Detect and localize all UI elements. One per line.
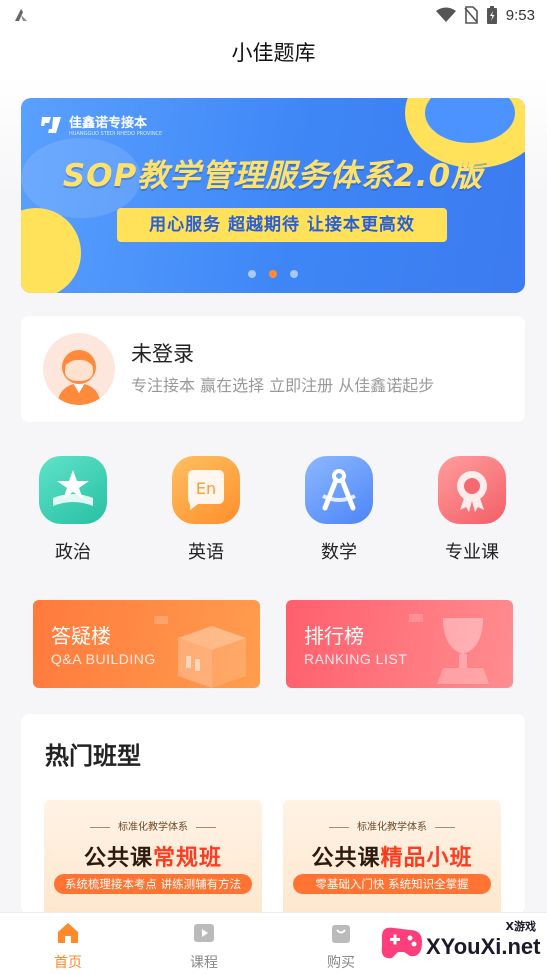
ranking-list-card[interactable]: 排行榜 RANKING LIST (286, 600, 513, 688)
subject-politics[interactable]: 政治 (18, 456, 128, 564)
home-icon (58, 923, 78, 943)
class-name-prefix: 公共课 (311, 846, 381, 871)
avatar[interactable] (43, 333, 115, 405)
star-icon (39, 456, 107, 524)
banner-brand-sub: HUANGGUO STEDI RHEDO PROVINCE (69, 131, 163, 137)
banner-brand-logo: 佳鑫诺专接本 HUANGGUO STEDI RHEDO PROVINCE (39, 112, 162, 137)
class-card-premium[interactable]: 标准化教学体系 公共课精品小班 零基础入门快 系统知识全掌握 (283, 800, 501, 914)
class-tag: 标准化教学体系 (283, 818, 501, 833)
banner-pagination[interactable] (21, 270, 525, 278)
banner-dot-3[interactable] (290, 270, 298, 278)
subject-politics-label: 政治 (55, 542, 91, 563)
qa-building-title: 答疑楼 (51, 624, 111, 648)
watermark-text: XYouXi.net (426, 934, 541, 959)
compass-icon (305, 456, 373, 524)
status-icons: 9:53 (435, 5, 535, 25)
no-sim-icon (464, 6, 478, 24)
status-time: 9:53 (505, 6, 535, 24)
banner-dot-2[interactable] (269, 270, 277, 278)
class-tag: 标准化教学体系 (44, 818, 262, 833)
ranking-list-subtitle: RANKING LIST (304, 651, 408, 667)
nav-home[interactable]: 首页 (28, 921, 108, 972)
subject-english[interactable]: En 英语 (151, 456, 261, 564)
hot-classes-section: 热门班型 标准化教学体系 公共课常规班 系统梳理接本考点 讲练测辅有方法 标准化… (21, 714, 525, 914)
default-avatar-icon (57, 350, 101, 405)
subject-grid: 政治 En 英语 数学 专业课 (0, 456, 547, 566)
app-notification-icon (15, 9, 27, 21)
hot-classes-title: 热门班型 (45, 742, 141, 770)
nav-buy[interactable]: 购买 (301, 921, 381, 972)
class-name-highlight: 常规班 (153, 846, 223, 871)
class-name: 公共课精品小班 (283, 840, 501, 872)
page-title: 小佳题库 (231, 41, 316, 65)
class-name-highlight: 精品小班 (380, 846, 473, 871)
medal-icon (438, 456, 506, 524)
class-card-regular[interactable]: 标准化教学体系 公共课常规班 系统梳理接本考点 讲练测辅有方法 (44, 800, 262, 914)
login-status-title: 未登录 (131, 342, 194, 366)
nav-courses[interactable]: 课程 (164, 921, 244, 972)
en-bubble-icon: En (172, 456, 240, 524)
subject-major-label: 专业课 (445, 542, 499, 563)
class-slogan: 零基础入门快 系统知识全掌握 (293, 874, 491, 894)
subject-major[interactable]: 专业课 (417, 456, 527, 564)
watermark-small-text: X游戏 (505, 920, 536, 933)
login-subtitle: 专注接本 赢在选择 立即注册 从佳鑫诺起步 (131, 376, 435, 395)
nav-home-label: 首页 (54, 955, 82, 971)
banner-brand-name: 佳鑫诺专接本 (69, 116, 148, 131)
qa-building-subtitle: Q&A BUILDING (51, 651, 156, 667)
banner-dot-1[interactable] (248, 270, 256, 278)
class-slogan: 系统梳理接本考点 讲练测辅有方法 (54, 874, 252, 894)
nav-buy-label: 购买 (327, 955, 355, 971)
subject-math-label: 数学 (321, 542, 357, 563)
title-bar: 小佳题库 (0, 30, 547, 76)
qa-building-card[interactable]: 答疑楼 Q&A BUILDING (33, 600, 260, 688)
subject-english-label: 英语 (188, 542, 224, 563)
banner-slogan: 用心服务 超越期待 让接本更高效 (117, 208, 447, 242)
building-icon (154, 616, 246, 688)
gamepad-logo-icon (381, 927, 422, 959)
nav-courses-label: 课程 (190, 955, 218, 971)
class-name: 公共课常规班 (44, 840, 262, 872)
brand-logo-icon (41, 116, 61, 133)
class-name-prefix: 公共课 (83, 846, 153, 871)
status-bar: 9:53 (0, 0, 547, 30)
play-icon (194, 924, 214, 942)
svg-text:En: En (196, 479, 216, 498)
ranking-list-title: 排行榜 (304, 624, 364, 648)
login-card[interactable]: 未登录 专注接本 赢在选择 立即注册 从佳鑫诺起步 (21, 316, 525, 422)
trophy-icon (409, 614, 489, 684)
shopping-bag-icon (332, 925, 350, 943)
banner-headline: SOP教学管理服务体系2.0版 (62, 158, 484, 194)
site-watermark: X游戏 XYouXi.net (376, 916, 544, 972)
battery-icon (486, 6, 497, 24)
subject-math[interactable]: 数学 (284, 456, 394, 564)
wifi-icon (435, 7, 456, 22)
promo-banner[interactable]: 佳鑫诺专接本 HUANGGUO STEDI RHEDO PROVINCE SOP… (21, 98, 525, 293)
